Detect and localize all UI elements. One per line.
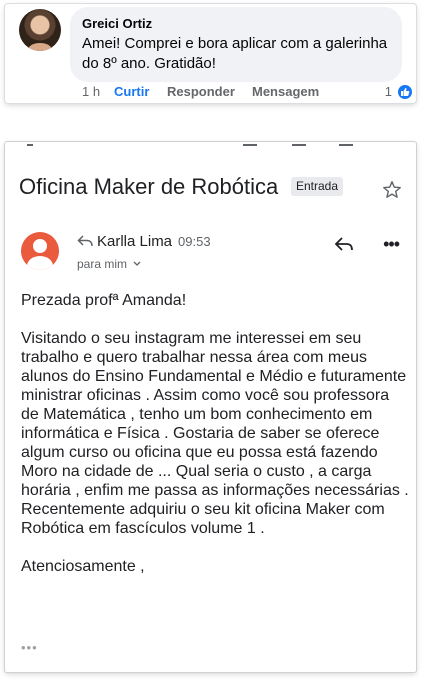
- toolbar-remnant: [5, 142, 416, 148]
- recipient-details-toggle[interactable]: para mim: [77, 257, 141, 271]
- more-icon[interactable]: •••: [383, 234, 400, 255]
- commenter-avatar[interactable]: [19, 9, 61, 51]
- comment-actions: 1 h Curtir Responder Mensagem 1: [82, 83, 414, 101]
- reply-button[interactable]: Responder: [167, 84, 235, 100]
- comment-bubble: Greici Ortiz Amei! Comprei e bora aplica…: [70, 7, 402, 82]
- sender-avatar[interactable]: [21, 232, 59, 270]
- reaction-count[interactable]: 1: [385, 84, 392, 100]
- ellipsis-icon[interactable]: •••: [21, 640, 38, 655]
- commenter-name[interactable]: Greici Ortiz: [82, 15, 390, 32]
- email-greeting: Prezada profª Amanda!: [21, 292, 187, 309]
- email-paragraph: Visitando o seu instagram me interessei …: [21, 330, 409, 537]
- star-icon[interactable]: [382, 180, 402, 200]
- like-button[interactable]: Curtir: [114, 84, 149, 100]
- email-time: 09:53: [178, 234, 211, 249]
- reply-icon[interactable]: [334, 236, 354, 252]
- sender-line: Karlla Lima 09:53: [77, 233, 211, 250]
- message-button[interactable]: Mensagem: [252, 84, 319, 100]
- email-body: Prezada profª Amanda! Visitando o seu in…: [21, 291, 409, 595]
- email-signoff: Atenciosamente ,: [21, 558, 145, 575]
- thumbs-up-icon[interactable]: [396, 83, 414, 101]
- inbox-label-chip[interactable]: Entrada: [291, 177, 344, 196]
- facebook-comment-card: Greici Ortiz Amei! Comprei e bora aplica…: [5, 4, 416, 103]
- chevron-down-icon: [133, 261, 141, 266]
- email-view: Oficina Maker de Robótica Entrada Karlla…: [5, 142, 416, 672]
- email-subject: Oficina Maker de Robótica: [19, 174, 279, 199]
- replied-arrow-icon: [77, 235, 93, 247]
- recipient-label: para mim: [77, 257, 128, 271]
- comment-text: Amei! Comprei e bora aplicar com a galer…: [82, 35, 388, 72]
- sender-name[interactable]: Karlla Lima: [97, 233, 172, 250]
- comment-time[interactable]: 1 h: [82, 84, 100, 100]
